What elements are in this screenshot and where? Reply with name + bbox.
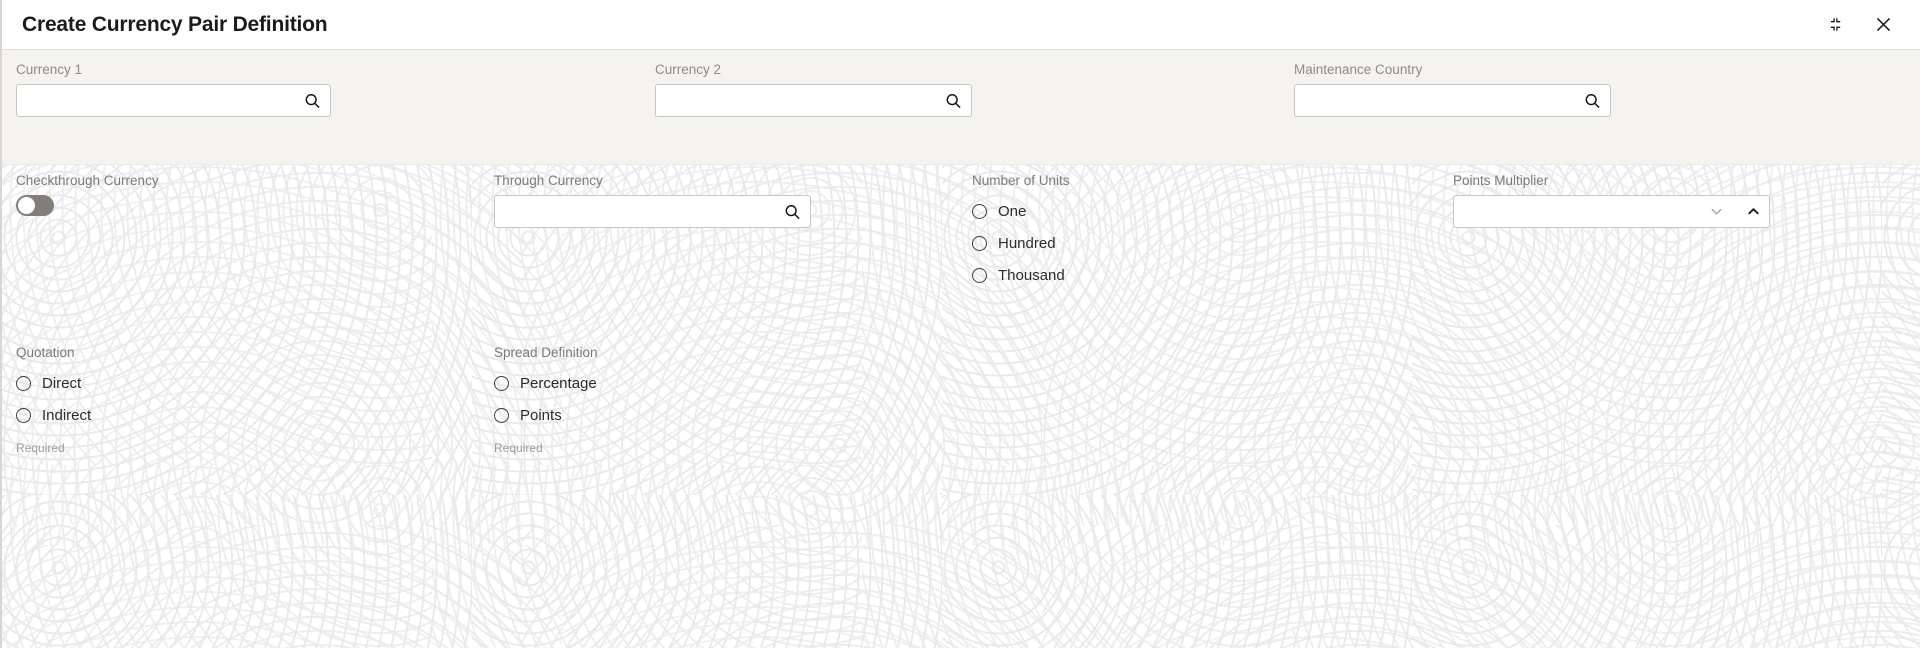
- dialog-body: Checkthrough Currency Through Currency N…: [2, 165, 1920, 648]
- radio-label: Percentage: [520, 374, 597, 392]
- radio-circle-icon: [494, 375, 509, 391]
- field-currency-2: Currency 2: [655, 62, 972, 117]
- header-actions: [1822, 12, 1896, 38]
- radio-number-of-units-thousand[interactable]: Thousand: [972, 259, 1252, 291]
- currency-2-label: Currency 2: [655, 62, 722, 77]
- currency-1-label: Currency 1: [16, 62, 83, 77]
- spread-definition-label: Spread Definition: [494, 345, 598, 360]
- page-title: Create Currency Pair Definition: [22, 12, 328, 36]
- radio-spread-definition-points[interactable]: Points: [494, 399, 824, 431]
- chevron-down-icon[interactable]: [1709, 204, 1724, 219]
- maintenance-country-label: Maintenance Country: [1294, 62, 1423, 77]
- dialog-header: Create Currency Pair Definition: [2, 0, 1920, 50]
- currency-2-input-wrap[interactable]: [655, 84, 972, 117]
- radio-spread-definition-percentage[interactable]: Percentage: [494, 367, 824, 399]
- points-multiplier-select[interactable]: [1453, 195, 1770, 228]
- radio-label: Thousand: [998, 266, 1065, 284]
- field-spread-definition: Spread Definition Percentage Points Requ…: [494, 345, 824, 455]
- maintenance-country-input[interactable]: [1295, 85, 1610, 116]
- radio-quotation-direct[interactable]: Direct: [16, 367, 346, 399]
- create-currency-pair-dialog: Create Currency Pair Definition Currency: [0, 0, 1920, 648]
- number-of-units-radio-group: One Hundred Thousand: [972, 195, 1252, 291]
- field-through-currency: Through Currency: [494, 173, 811, 228]
- through-currency-input-wrap[interactable]: [494, 195, 811, 228]
- primary-fields-band: Currency 1 Currency 2 Maintenance Countr…: [2, 50, 1920, 165]
- search-icon[interactable]: [1584, 92, 1601, 109]
- through-currency-input[interactable]: [495, 196, 810, 227]
- field-checkthrough-currency: Checkthrough Currency: [16, 173, 316, 216]
- search-icon[interactable]: [784, 203, 801, 220]
- chevron-up-icon[interactable]: [1746, 204, 1761, 219]
- field-maintenance-country: Maintenance Country: [1294, 62, 1611, 117]
- radio-number-of-units-hundred[interactable]: Hundred: [972, 227, 1252, 259]
- maintenance-country-input-wrap[interactable]: [1294, 84, 1611, 117]
- spread-definition-required-helper: Required: [494, 441, 543, 455]
- radio-label: Hundred: [998, 234, 1056, 252]
- points-multiplier-label: Points Multiplier: [1453, 173, 1549, 188]
- radio-label: Direct: [42, 374, 82, 392]
- number-of-units-label: Number of Units: [972, 173, 1070, 188]
- currency-1-input[interactable]: [17, 85, 330, 116]
- radio-circle-icon: [972, 267, 987, 283]
- through-currency-label: Through Currency: [494, 173, 603, 188]
- currency-2-input[interactable]: [656, 85, 971, 116]
- spread-definition-radio-group: Percentage Points: [494, 367, 824, 431]
- currency-1-input-wrap[interactable]: [16, 84, 331, 117]
- radio-label: One: [998, 202, 1027, 220]
- radio-number-of-units-one[interactable]: One: [972, 195, 1252, 227]
- field-number-of-units: Number of Units One Hundred Thousand: [972, 173, 1252, 291]
- radio-circle-icon: [16, 407, 31, 423]
- toggle-knob: [18, 197, 35, 214]
- quotation-radio-group: Direct Indirect: [16, 367, 346, 431]
- quotation-required-helper: Required: [16, 441, 65, 455]
- search-icon[interactable]: [304, 92, 321, 109]
- close-icon[interactable]: [1870, 12, 1896, 38]
- collapse-icon[interactable]: [1822, 12, 1848, 38]
- radio-label: Points: [520, 406, 562, 424]
- field-currency-1: Currency 1: [16, 62, 331, 117]
- field-quotation: Quotation Direct Indirect Required: [16, 345, 346, 455]
- radio-circle-icon: [972, 235, 987, 251]
- quotation-label: Quotation: [16, 345, 75, 360]
- radio-circle-icon: [494, 407, 509, 423]
- radio-circle-icon: [16, 375, 31, 391]
- radio-label: Indirect: [42, 406, 92, 424]
- radio-circle-icon: [972, 203, 987, 219]
- search-icon[interactable]: [945, 92, 962, 109]
- checkthrough-currency-label: Checkthrough Currency: [16, 173, 159, 188]
- field-points-multiplier: Points Multiplier: [1453, 173, 1770, 228]
- checkthrough-currency-toggle[interactable]: [16, 195, 54, 216]
- radio-quotation-indirect[interactable]: Indirect: [16, 399, 346, 431]
